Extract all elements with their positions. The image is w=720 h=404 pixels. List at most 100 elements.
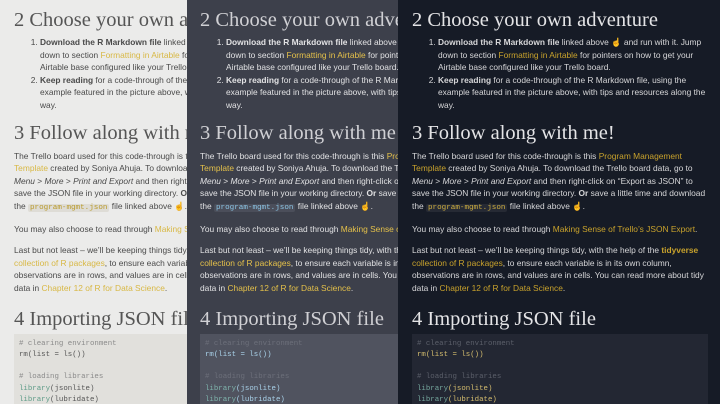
code-line: library(lubridate) xyxy=(417,395,703,404)
paragraph: You may also choose to read through Maki… xyxy=(412,223,708,236)
italic-text: Print and Export xyxy=(259,175,320,186)
code-line: # clearing environment xyxy=(417,339,703,350)
code-line: # loading libraries xyxy=(205,372,398,383)
code-token: (jsonlite) xyxy=(50,384,95,393)
pointing-hand-icon: ☝ xyxy=(611,37,622,47)
text-segment: You may also choose to read through xyxy=(200,224,341,235)
bold-text: Or xyxy=(366,188,377,199)
section-heading-follow-along: 3 Follow along with me! xyxy=(412,121,615,144)
bold-text: Download the R Markdown file xyxy=(438,37,560,47)
text-segment: The Trello board used for this code-thro… xyxy=(200,150,387,161)
inline-link[interactable]: Formatting in Airtable xyxy=(287,50,366,60)
list-item: Download the R Markdown file linked abov… xyxy=(40,36,187,74)
text-segment: . xyxy=(582,200,585,211)
paragraph: Last but not least – we’ll be keeping th… xyxy=(200,244,398,294)
inline-link[interactable]: Chapter 12 of R for Data Science xyxy=(227,283,350,293)
code-token: rm(list = ls()) xyxy=(417,350,484,359)
paragraph: The Trello board used for this code-thro… xyxy=(412,150,708,215)
adventure-list: Download the R Markdown file linked abov… xyxy=(200,36,398,112)
inline-link[interactable]: collection of R packages xyxy=(14,258,105,268)
italic-text: Menu xyxy=(200,175,221,186)
code-line: # clearing environment xyxy=(205,339,398,350)
code-token: # clearing environment xyxy=(417,339,515,348)
paragraph: The Trello board used for this code-thro… xyxy=(200,150,398,215)
code-line: rm(list = ls()) xyxy=(19,350,187,361)
text-segment: linked above xyxy=(347,37,398,47)
code-token: # loading libraries xyxy=(417,373,502,382)
bold-text: Download the R Markdown file xyxy=(226,37,348,47)
inline-link[interactable]: Formatting in Airtable xyxy=(499,50,578,60)
section-heading-choose-adventure: 2 Choose your own adventure xyxy=(200,9,398,31)
section-heading-choose-adventure: 2 Choose your own adventure xyxy=(412,9,658,31)
italic-text: Menu xyxy=(412,175,433,186)
pointing-hand-icon: ☝ xyxy=(572,200,583,211)
list-item: Keep reading for a code-through of the R… xyxy=(40,74,187,112)
italic-text: More xyxy=(230,175,250,186)
inline-link[interactable]: Chapter 12 of R for Data Science xyxy=(41,283,164,293)
text-segment: Last but not least – we’ll be keeping th… xyxy=(14,245,187,256)
inline-link[interactable]: collection of R packages xyxy=(200,258,291,268)
inline-link[interactable]: Formatting in Airtable xyxy=(101,50,180,60)
code-line: library(jsonlite) xyxy=(417,384,703,395)
italic-text: Print and Export xyxy=(73,175,134,186)
list-item: Download the R Markdown file linked abov… xyxy=(226,36,398,74)
code-line: library(jsonlite) xyxy=(19,384,187,395)
code-token: (lubridate) xyxy=(448,395,497,404)
italic-text: More xyxy=(44,175,64,186)
article: 2 Choose your own adventure Download the … xyxy=(14,0,187,404)
paragraph: Last but not least – we’ll be keeping th… xyxy=(412,244,708,294)
text-segment: The Trello board used for this code-thro… xyxy=(412,150,599,161)
code-token: # loading libraries xyxy=(205,373,290,382)
code-token: library xyxy=(417,395,449,404)
section-heading-importing-json: 4 Importing JSON file xyxy=(14,307,187,330)
code-line: library(jsonlite) xyxy=(205,384,398,395)
code-token: library xyxy=(205,395,237,404)
text-segment: . xyxy=(562,282,566,293)
article: 2 Choose your own adventure Download the … xyxy=(412,0,708,404)
text-segment: > xyxy=(461,175,472,186)
code-token: # clearing environment xyxy=(19,339,117,348)
text-segment: Last but not least – we’ll be keeping th… xyxy=(412,245,662,256)
bold-text: Download the R Markdown file xyxy=(40,37,162,47)
code-token: (lubridate) xyxy=(236,395,285,404)
code-block[interactable]: # clearing environment rm(list = ls()) # l… xyxy=(200,333,398,404)
inline-link[interactable]: Chapter 12 of R for Data Science xyxy=(439,283,562,293)
italic-text: Menu xyxy=(14,175,35,186)
paragraph: Last but not least – we’ll be keeping th… xyxy=(14,244,187,294)
adventure-list: Download the R Markdown file linked abov… xyxy=(14,36,187,112)
inline-link[interactable]: collection of R packages xyxy=(412,258,503,268)
italic-text: Print and Export xyxy=(471,175,532,186)
inline-link[interactable]: tidyverse xyxy=(661,245,698,255)
list-item: Download the R Markdown file linked abov… xyxy=(438,36,708,74)
code-token: # loading libraries xyxy=(19,373,104,382)
inline-code: program-mgmt.json xyxy=(425,203,508,212)
text-segment: You may also choose to read through xyxy=(14,224,155,235)
section-heading-follow-along: 3 Follow along with me! xyxy=(14,121,187,144)
inline-link[interactable]: Making Sense of Trello’s JSON Export xyxy=(553,224,695,234)
code-line: rm(list = ls()) xyxy=(417,350,703,361)
code-line: library(lubridate) xyxy=(19,395,187,404)
text-segment: file linked above xyxy=(109,200,175,211)
inline-link[interactable]: Making Sense of Trello’s JSON Export xyxy=(155,224,187,234)
inline-link[interactable]: Making Sense of Trello’s JSON Export xyxy=(341,224,398,234)
code-block[interactable]: # clearing environment rm(list = ls()) # l… xyxy=(14,333,187,404)
paragraph: You may also choose to read through Maki… xyxy=(14,223,187,236)
section-heading-choose-adventure: 2 Choose your own adventure xyxy=(14,9,187,31)
text-segment: file linked above xyxy=(295,200,361,211)
text-segment: You may also choose to read through xyxy=(412,224,553,235)
code-token: library xyxy=(19,384,51,393)
code-token: library xyxy=(205,384,237,393)
text-segment: > xyxy=(249,175,260,186)
light-theme-panel: 2 Choose your own adventure Download the … xyxy=(0,0,187,404)
code-token: (jsonlite) xyxy=(448,384,493,393)
text-segment: created by Soniya Ahuja. To download the… xyxy=(50,163,187,174)
code-block[interactable]: # clearing environment rm(list = ls()) # l… xyxy=(412,333,708,404)
text-segment: . xyxy=(164,282,168,293)
inline-code: program-mgmt.json xyxy=(27,203,110,212)
inline-code: program-mgmt.json xyxy=(213,203,296,212)
code-line: rm(list = ls()) xyxy=(205,350,398,361)
section-heading-importing-json: 4 Importing JSON file xyxy=(200,307,384,330)
